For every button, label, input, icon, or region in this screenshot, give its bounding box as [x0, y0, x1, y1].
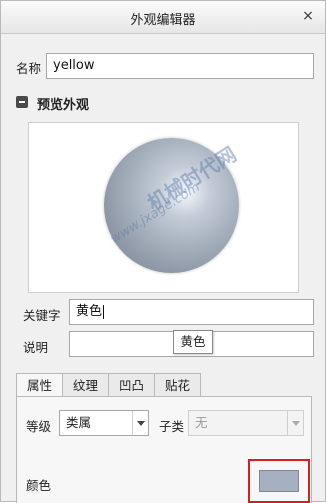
grade-value: 类属 — [66, 415, 92, 430]
color-label: 颜色 — [26, 478, 52, 493]
subclass-label: 子类 — [159, 419, 185, 434]
tab-decal[interactable]: 贴花 — [155, 373, 202, 397]
chevron-down-icon[interactable] — [132, 411, 148, 435]
subclass-select[interactable]: 无 — [188, 410, 304, 436]
name-value: yellow — [53, 58, 95, 73]
subclass-value: 无 — [195, 415, 208, 430]
preview-section-title: 预览外观 — [37, 98, 90, 113]
appearance-editor-window: 外观编辑器 × 名称 yellow 预览外观 机械时代网 www.jxage.c… — [0, 0, 326, 503]
color-swatch-button[interactable] — [259, 470, 299, 492]
color-highlight-box — [248, 459, 310, 503]
tab-texture[interactable]: 纹理 — [63, 373, 110, 397]
name-input[interactable]: yellow — [46, 53, 314, 79]
window-title: 外观编辑器 — [130, 13, 196, 28]
chevron-down-icon — [287, 411, 303, 435]
text-cursor — [103, 304, 105, 319]
tab-properties[interactable]: 属性 — [16, 373, 64, 397]
autocomplete-tooltip[interactable]: 黄色 — [173, 330, 213, 354]
grade-select[interactable]: 类属 — [59, 410, 149, 436]
tab-bump[interactable]: 凹凸 — [109, 373, 156, 397]
keyword-value: 黄色 — [76, 304, 103, 319]
description-label: 说明 — [23, 340, 49, 355]
grade-label: 等级 — [26, 419, 52, 434]
name-label: 名称 — [16, 61, 42, 76]
collapse-icon[interactable] — [16, 96, 28, 108]
tab-bar: 属性 纹理 凹凸 贴花 — [16, 373, 202, 397]
close-icon[interactable]: × — [300, 8, 316, 24]
keyword-input[interactable]: 黄色 — [69, 299, 314, 325]
keyword-label: 关键字 — [23, 308, 61, 323]
title-bar[interactable]: 外观编辑器 × — [1, 1, 325, 34]
appearance-preview: 机械时代网 www.jxage.com — [28, 122, 299, 293]
